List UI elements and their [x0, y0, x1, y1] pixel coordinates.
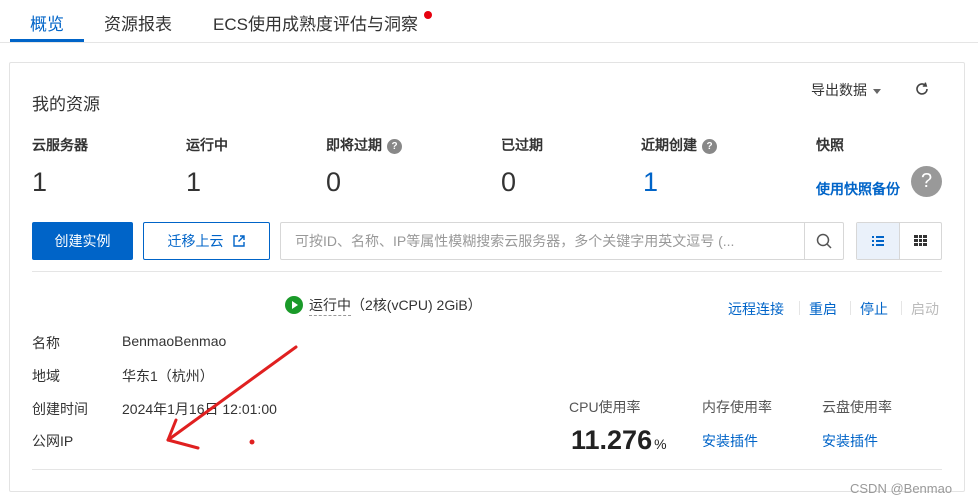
- refresh-icon[interactable]: [913, 80, 931, 98]
- stat-label-expiring-text: 即将过期: [326, 137, 382, 153]
- grid-view-icon: [914, 235, 927, 246]
- divider: [32, 469, 942, 470]
- field-label-public-ip: 公网IP: [32, 433, 74, 449]
- watermark: CSDN @Benmao⁠: [850, 481, 953, 496]
- migrate-to-cloud-button[interactable]: 迁移上云: [143, 222, 270, 260]
- list-view-button[interactable]: [857, 223, 899, 259]
- disk-install-plugin-link[interactable]: 安装插件: [822, 431, 878, 451]
- divider: [799, 301, 800, 315]
- cpu-usage-label: CPU使用率: [569, 399, 641, 415]
- caret-down-icon: [873, 88, 881, 94]
- status-running-label[interactable]: 运行中: [309, 297, 351, 316]
- tab-bar: 概览 资源报表 ECS使用成熟度评估与洞察: [0, 0, 978, 43]
- help-question-icon[interactable]: ?: [911, 166, 942, 197]
- stat-label-running: 运行中: [186, 137, 228, 153]
- stat-value-expiring[interactable]: 0: [326, 167, 341, 198]
- stat-label-snapshot: 快照: [816, 137, 844, 153]
- play-status-icon: [285, 296, 303, 314]
- list-view-icon: [872, 236, 884, 246]
- divider: [850, 301, 851, 315]
- question-icon[interactable]: ?: [702, 139, 717, 154]
- stat-value-servers[interactable]: 1: [32, 167, 47, 198]
- tab-resource-report[interactable]: 资源报表: [104, 10, 172, 35]
- field-value-created: 2024年1月16日 12:01:00: [122, 401, 277, 417]
- remote-connect-link[interactable]: 远程连接: [728, 299, 784, 319]
- stat-label-recent: 近期创建?: [641, 135, 717, 155]
- field-label-name: 名称: [32, 335, 60, 351]
- view-toggle: [856, 222, 942, 260]
- external-link-icon: [232, 235, 245, 247]
- instance-search-box: [280, 222, 844, 260]
- stat-label-recent-text: 近期创建: [641, 137, 697, 153]
- my-resources-card: 我的资源 导出数据 云服务器 1 运行中 1 即将过期? 0 已过期 0 近期创…: [9, 62, 965, 492]
- export-data-dropdown[interactable]: 导出数据: [811, 80, 881, 100]
- stat-value-recent[interactable]: 1: [643, 167, 658, 198]
- search-icon: [816, 233, 832, 249]
- active-tab-indicator: [10, 39, 84, 42]
- question-icon[interactable]: ?: [387, 139, 402, 154]
- field-value-name: BenmaoBenmao: [122, 333, 227, 349]
- instance-status: 运行中（2核(vCPU) 2GiB）: [285, 295, 482, 316]
- memory-usage-label: 内存使用率: [702, 399, 772, 415]
- snapshot-backup-link[interactable]: 使用快照备份: [816, 179, 900, 199]
- migrate-to-cloud-label: 迁移上云: [167, 233, 224, 249]
- stat-value-expired[interactable]: 0: [501, 167, 516, 198]
- stat-label-expiring: 即将过期?: [326, 135, 402, 155]
- search-button[interactable]: [804, 223, 843, 259]
- disk-usage-label: 云盘使用率: [822, 399, 892, 415]
- divider: [32, 271, 942, 272]
- start-link: 启动: [911, 301, 939, 317]
- divider: [901, 301, 902, 315]
- memory-install-plugin-link[interactable]: 安装插件: [702, 431, 758, 451]
- instance-spec: （2核(vCPU) 2GiB）: [351, 297, 482, 313]
- card-title: 我的资源: [32, 95, 100, 114]
- stat-label-servers: 云服务器: [32, 137, 88, 153]
- field-value-region: 华东1（杭州）: [122, 368, 214, 384]
- stop-link[interactable]: 停止: [860, 299, 888, 319]
- field-label-region: 地域: [32, 368, 60, 384]
- grid-view-button[interactable]: [899, 223, 941, 259]
- cpu-usage-unit: %: [654, 436, 667, 452]
- search-input[interactable]: [281, 223, 804, 259]
- tab-overview[interactable]: 概览: [30, 10, 64, 35]
- stat-value-running[interactable]: 1: [186, 167, 201, 198]
- restart-link[interactable]: 重启: [809, 299, 837, 319]
- export-data-label: 导出数据: [811, 82, 867, 98]
- stat-label-expired: 已过期: [501, 137, 543, 153]
- create-instance-button[interactable]: 创建实例: [32, 222, 133, 260]
- cpu-usage-number: 11.276: [571, 425, 653, 455]
- notification-dot: [424, 11, 432, 19]
- field-label-created: 创建时间: [32, 401, 88, 417]
- tab-maturity-assessment[interactable]: ECS使用成熟度评估与洞察: [213, 10, 418, 35]
- cpu-usage-value: 11.276%: [571, 425, 667, 456]
